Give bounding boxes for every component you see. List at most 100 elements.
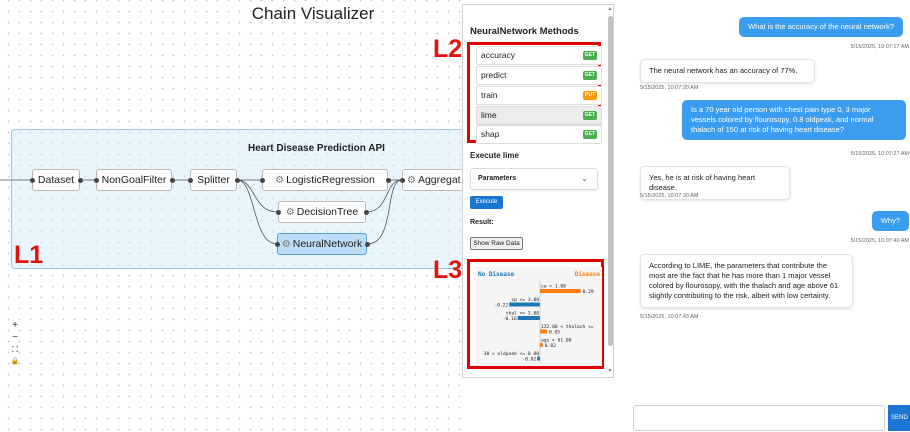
chat-input[interactable] (633, 405, 885, 431)
show-raw-data-button[interactable]: Show Raw Data (470, 237, 523, 250)
label-l2: L2 (433, 35, 462, 63)
lime-bar (540, 329, 547, 334)
method-name: train (481, 90, 498, 100)
http-verb-badge: GET (582, 130, 597, 139)
chat-message-user: Is a 70 year old person with chest pain … (682, 100, 906, 140)
lime-bar (540, 289, 581, 293)
node-aggregator-label: Aggregat (417, 174, 461, 186)
chat-message-bot: The neural network has an accuracy of 77… (640, 59, 815, 83)
lime-feature-label: 30 < oldpeak <= 0.80 (484, 351, 540, 357)
chat-message-bot: According to LIME, the parameters that c… (640, 254, 853, 308)
method-name: lime (481, 110, 497, 120)
message-timestamp: 5/15/2025, 10:07:43 AM (640, 314, 699, 320)
lime-chart: No Disease Disease ca > 1.00 0.29 cp <= 3.00… (478, 271, 601, 363)
gear-icon: ⚙ (285, 207, 295, 218)
fit-view-icon[interactable]: ⛶ (9, 344, 21, 356)
message-timestamp: 5/15/2025, 10:07:20 AM (640, 85, 699, 91)
handle[interactable] (365, 242, 370, 247)
lime-bar (509, 302, 540, 307)
node-neuralnetwork-label: NeuralNetwork (292, 238, 363, 250)
lime-value-label: 0.29 (583, 289, 594, 295)
lime-value-label: -0.02 (522, 357, 536, 363)
handle[interactable] (170, 178, 175, 183)
lime-value-label: -0.16 (503, 316, 517, 322)
chat-panel: What is the accuracy of the neural netwo… (625, 0, 910, 432)
message-timestamp: 5/15/2025, 10:07:30 AM (640, 193, 699, 199)
http-verb-badge: GET (582, 71, 597, 80)
handle[interactable] (235, 178, 240, 183)
methods-panel-title: NeuralNetwork Methods (470, 26, 579, 37)
flow-edges (0, 179, 403, 245)
lime-feature-label: age > 61.00 (541, 338, 572, 344)
handle[interactable] (78, 178, 83, 183)
method-predict[interactable]: predict GET (476, 66, 602, 85)
message-timestamp: 5/15/2025, 10:07:40 AM (850, 238, 909, 244)
lime-value-label: 0.02 (545, 343, 556, 349)
node-neuralnetwork[interactable]: ⚙ NeuralNetwork (277, 233, 367, 255)
lime-value-label: -0.22 (494, 303, 508, 309)
label-l1: L1 (14, 241, 44, 269)
execute-title: Execute lime (470, 151, 519, 160)
zoom-out-button[interactable]: − (9, 332, 21, 344)
flow-canvas[interactable]: Chain Visualizer Heart Disease Predictio… (0, 0, 462, 432)
zoom-in-button[interactable]: + (9, 320, 21, 332)
node-nongoalfilter-label: NonGoalFilter (101, 174, 167, 186)
method-train[interactable]: train PUT (476, 86, 602, 105)
http-verb-badge: PUT (583, 91, 597, 100)
lime-right-class: Disease (575, 271, 601, 278)
node-logisticregression-label: LogisticRegression (286, 174, 375, 186)
method-name: predict (481, 70, 507, 80)
lime-feature-label: 132.00 < thalach <= (541, 324, 594, 330)
lime-feature-label: thal <= 3.00 (506, 311, 539, 317)
method-name: accuracy (481, 50, 516, 60)
scroll-down-icon[interactable]: ▼ (606, 368, 614, 374)
node-nongoalfilter[interactable]: NonGoalFilter (96, 169, 172, 191)
handle[interactable] (364, 210, 369, 215)
zoom-controls: + − ⛶ 🔒 (9, 320, 21, 368)
message-timestamp: 5/15/2025, 10:07:27 AM (850, 151, 909, 157)
panel-scrollbar[interactable] (608, 16, 613, 346)
parameters-label: Parameters (478, 175, 517, 182)
chat-message-user: Why? (871, 211, 909, 231)
handle[interactable] (275, 242, 280, 247)
lock-icon[interactable]: 🔒 (9, 356, 21, 368)
parameters-accordion[interactable]: Parameters ⌄ (470, 168, 598, 190)
handle[interactable] (386, 178, 391, 183)
lime-feature-label: ca > 1.00 (541, 284, 566, 290)
node-decisiontree-label: DecisionTree (296, 206, 359, 218)
lime-value-label: 0.05 (549, 330, 560, 336)
handle[interactable] (94, 178, 99, 183)
scroll-up-icon[interactable]: ▲ (606, 6, 614, 12)
handle[interactable] (188, 178, 193, 183)
send-button[interactable]: SEND (888, 405, 910, 431)
label-l3: L3 (433, 256, 462, 284)
method-shap[interactable]: shap GET (476, 125, 602, 144)
lime-left-class: No Disease (478, 271, 515, 278)
methods-list: accuracy GET predict GET train PUT lime … (467, 42, 602, 144)
handle[interactable] (276, 210, 281, 215)
method-name: shap (481, 129, 500, 139)
node-dataset-label: Dataset (37, 174, 75, 186)
lime-result: No Disease Disease ca > 1.00 0.29 cp <= 3.00… (467, 259, 604, 369)
message-timestamp: 5/15/2025, 10:07:17 AM (850, 44, 909, 50)
handle[interactable] (400, 178, 405, 183)
node-dataset[interactable]: Dataset (32, 169, 80, 191)
gear-icon: ⚙ (407, 175, 416, 186)
method-accuracy[interactable]: accuracy GET (476, 46, 602, 65)
node-decisiontree[interactable]: ⚙ DecisionTree (278, 201, 366, 223)
http-verb-badge: GET (582, 51, 597, 60)
node-splitter[interactable]: Splitter (190, 169, 237, 191)
handle[interactable] (30, 178, 35, 183)
gear-icon: ⚙ (281, 239, 291, 250)
node-aggregator[interactable]: ⚙ Aggregat (402, 169, 462, 191)
lime-explanation: No Disease Disease ca > 1.00 0.29 cp <= 3.00… (476, 267, 602, 366)
execute-button[interactable]: Execute (470, 196, 503, 209)
method-lime[interactable]: lime GET (476, 106, 602, 125)
handle[interactable] (260, 178, 265, 183)
lime-bar (540, 343, 543, 347)
result-label: Result: (470, 219, 494, 226)
chevron-down-icon: ⌄ (581, 174, 588, 183)
node-splitter-label: Splitter (197, 174, 230, 186)
node-logisticregression[interactable]: ⚙ LogisticRegression (262, 169, 388, 191)
lime-bar (537, 356, 540, 361)
